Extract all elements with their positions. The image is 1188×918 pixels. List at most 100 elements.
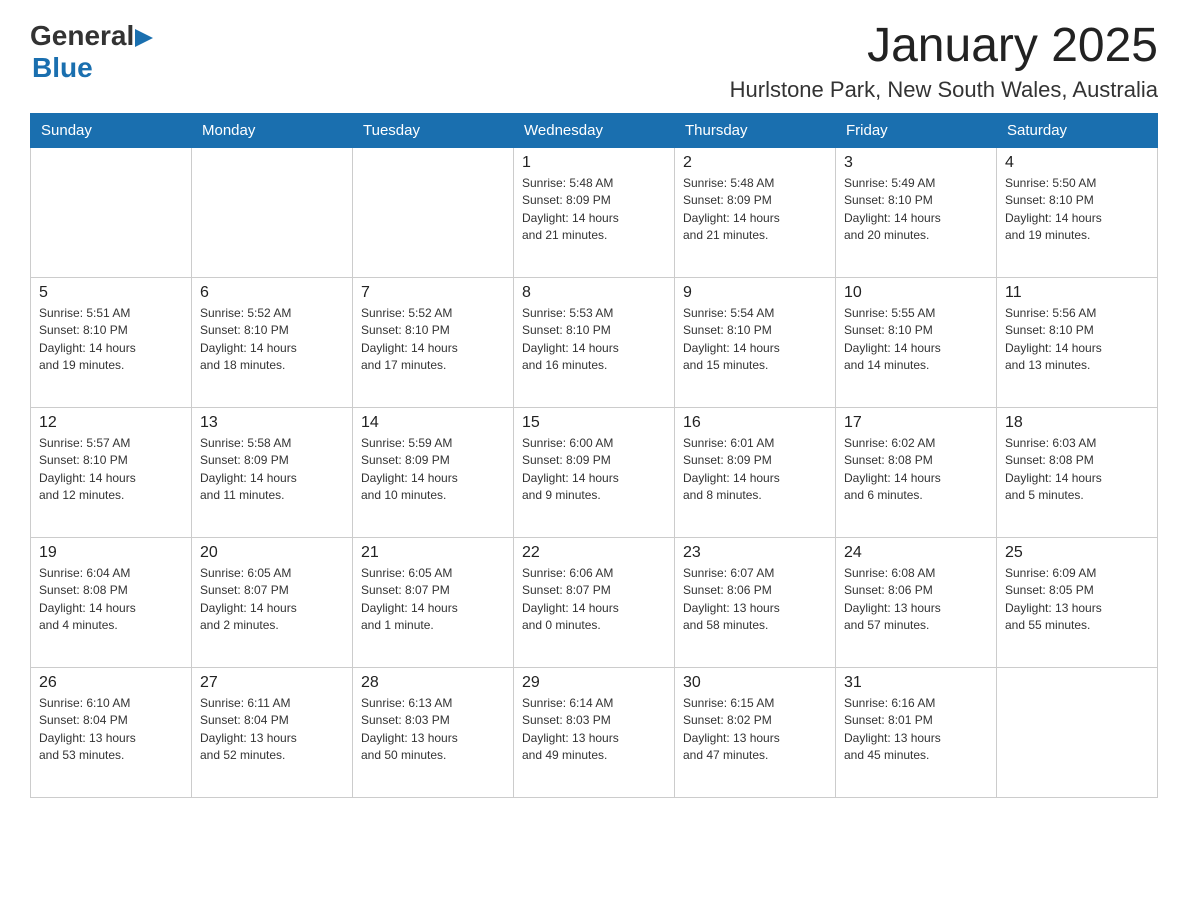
- day-number: 7: [361, 284, 505, 302]
- table-row: 1 Sunrise: 5:48 AMSunset: 8:09 PMDaylight…: [514, 147, 675, 277]
- table-row: 23 Sunrise: 6:07 AMSunset: 8:06 PMDayligh…: [675, 537, 836, 667]
- calendar-subtitle: Hurlstone Park, New South Wales, Austral…: [730, 77, 1158, 103]
- day-info: Sunrise: 6:16 AMSunset: 8:01 PMDaylight:…: [844, 695, 988, 765]
- header-saturday: Saturday: [997, 113, 1158, 147]
- day-number: 27: [200, 674, 344, 692]
- header-thursday: Thursday: [675, 113, 836, 147]
- day-number: 17: [844, 414, 988, 432]
- header-monday: Monday: [192, 113, 353, 147]
- table-row: 2 Sunrise: 5:48 AMSunset: 8:09 PMDaylight…: [675, 147, 836, 277]
- day-number: 14: [361, 414, 505, 432]
- table-row: 27 Sunrise: 6:11 AMSunset: 8:04 PMDayligh…: [192, 667, 353, 797]
- table-row: 4Sunrise: 5:50 AMSunset: 8:10 PMDaylight…: [997, 147, 1158, 277]
- day-info: Sunrise: 6:07 AMSunset: 8:06 PMDaylight:…: [683, 565, 827, 635]
- table-row: 25 Sunrise: 6:09 AMSunset: 8:05 PMDayligh…: [997, 537, 1158, 667]
- table-row: 9Sunrise: 5:54 AMSunset: 8:10 PMDaylight…: [675, 277, 836, 407]
- day-info: Sunrise: 6:00 AMSunset: 8:09 PMDaylight:…: [522, 435, 666, 505]
- day-number: 29: [522, 674, 666, 692]
- day-number: 22: [522, 544, 666, 562]
- table-row: 12 Sunrise: 5:57 AMSunset: 8:10 PMDayligh…: [31, 407, 192, 537]
- table-row: 18 Sunrise: 6:03 AMSunset: 8:08 PMDayligh…: [997, 407, 1158, 537]
- table-row: 24Sunrise: 6:08 AMSunset: 8:06 PMDayligh…: [836, 537, 997, 667]
- weekday-header-row: Sunday Monday Tuesday Wednesday Thursday…: [31, 113, 1158, 147]
- day-number: 25: [1005, 544, 1149, 562]
- logo-arrow-icon: [135, 29, 153, 47]
- table-row: 22 Sunrise: 6:06 AMSunset: 8:07 PMDayligh…: [514, 537, 675, 667]
- page-header: General Blue January 2025 Hurlstone Park…: [30, 20, 1158, 103]
- calendar-week-row: 19 Sunrise: 6:04 AMSunset: 8:08 PMDayligh…: [31, 537, 1158, 667]
- table-row: 5Sunrise: 5:51 AMSunset: 8:10 PMDaylight…: [31, 277, 192, 407]
- day-info: Sunrise: 5:51 AMSunset: 8:10 PMDaylight:…: [39, 305, 183, 375]
- day-info: Sunrise: 5:59 AMSunset: 8:09 PMDaylight:…: [361, 435, 505, 505]
- table-row: 31Sunrise: 6:16 AMSunset: 8:01 PMDayligh…: [836, 667, 997, 797]
- day-info: Sunrise: 6:06 AMSunset: 8:07 PMDaylight:…: [522, 565, 666, 635]
- table-row: 8Sunrise: 5:53 AMSunset: 8:10 PMDaylight…: [514, 277, 675, 407]
- day-number: 21: [361, 544, 505, 562]
- day-number: 3: [844, 154, 988, 172]
- day-number: 18: [1005, 414, 1149, 432]
- title-section: January 2025 Hurlstone Park, New South W…: [730, 20, 1158, 103]
- day-info: Sunrise: 5:48 AMSunset: 8:09 PMDaylight:…: [522, 175, 666, 245]
- day-info: Sunrise: 6:05 AMSunset: 8:07 PMDaylight:…: [361, 565, 505, 635]
- day-info: Sunrise: 5:50 AMSunset: 8:10 PMDaylight:…: [1005, 175, 1149, 245]
- calendar-week-row: 12 Sunrise: 5:57 AMSunset: 8:10 PMDayligh…: [31, 407, 1158, 537]
- header-wednesday: Wednesday: [514, 113, 675, 147]
- logo: General Blue: [30, 20, 153, 84]
- table-row: [997, 667, 1158, 797]
- table-row: 3 Sunrise: 5:49 AMSunset: 8:10 PMDaylight…: [836, 147, 997, 277]
- logo-general: General: [30, 20, 134, 52]
- day-number: 15: [522, 414, 666, 432]
- day-number: 9: [683, 284, 827, 302]
- day-number: 10: [844, 284, 988, 302]
- day-info: Sunrise: 6:01 AMSunset: 8:09 PMDaylight:…: [683, 435, 827, 505]
- calendar-week-row: 26 Sunrise: 6:10 AMSunset: 8:04 PMDayligh…: [31, 667, 1158, 797]
- table-row: 19 Sunrise: 6:04 AMSunset: 8:08 PMDayligh…: [31, 537, 192, 667]
- table-row: 20Sunrise: 6:05 AMSunset: 8:07 PMDayligh…: [192, 537, 353, 667]
- header-friday: Friday: [836, 113, 997, 147]
- day-number: 2: [683, 154, 827, 172]
- day-number: 28: [361, 674, 505, 692]
- table-row: [31, 147, 192, 277]
- day-number: 11: [1005, 284, 1149, 302]
- table-row: 17 Sunrise: 6:02 AMSunset: 8:08 PMDayligh…: [836, 407, 997, 537]
- calendar-week-row: 5Sunrise: 5:51 AMSunset: 8:10 PMDaylight…: [31, 277, 1158, 407]
- table-row: 16Sunrise: 6:01 AMSunset: 8:09 PMDayligh…: [675, 407, 836, 537]
- day-info: Sunrise: 6:09 AMSunset: 8:05 PMDaylight:…: [1005, 565, 1149, 635]
- header-sunday: Sunday: [31, 113, 192, 147]
- day-number: 23: [683, 544, 827, 562]
- day-number: 30: [683, 674, 827, 692]
- table-row: 11 Sunrise: 5:56 AMSunset: 8:10 PMDayligh…: [997, 277, 1158, 407]
- table-row: 26 Sunrise: 6:10 AMSunset: 8:04 PMDayligh…: [31, 667, 192, 797]
- header-tuesday: Tuesday: [353, 113, 514, 147]
- day-info: Sunrise: 5:49 AMSunset: 8:10 PMDaylight:…: [844, 175, 988, 245]
- day-info: Sunrise: 6:14 AMSunset: 8:03 PMDaylight:…: [522, 695, 666, 765]
- day-info: Sunrise: 6:08 AMSunset: 8:06 PMDaylight:…: [844, 565, 988, 635]
- table-row: 28 Sunrise: 6:13 AMSunset: 8:03 PMDayligh…: [353, 667, 514, 797]
- day-info: Sunrise: 5:48 AMSunset: 8:09 PMDaylight:…: [683, 175, 827, 245]
- day-number: 13: [200, 414, 344, 432]
- day-number: 8: [522, 284, 666, 302]
- day-info: Sunrise: 6:04 AMSunset: 8:08 PMDaylight:…: [39, 565, 183, 635]
- day-info: Sunrise: 6:05 AMSunset: 8:07 PMDaylight:…: [200, 565, 344, 635]
- calendar-week-row: 1 Sunrise: 5:48 AMSunset: 8:09 PMDaylight…: [31, 147, 1158, 277]
- day-number: 1: [522, 154, 666, 172]
- day-number: 19: [39, 544, 183, 562]
- day-number: 26: [39, 674, 183, 692]
- table-row: 30Sunrise: 6:15 AMSunset: 8:02 PMDayligh…: [675, 667, 836, 797]
- day-info: Sunrise: 5:57 AMSunset: 8:10 PMDaylight:…: [39, 435, 183, 505]
- table-row: 15 Sunrise: 6:00 AMSunset: 8:09 PMDayligh…: [514, 407, 675, 537]
- calendar-title: January 2025: [730, 20, 1158, 73]
- table-row: 14 Sunrise: 5:59 AMSunset: 8:09 PMDayligh…: [353, 407, 514, 537]
- table-row: 29 Sunrise: 6:14 AMSunset: 8:03 PMDayligh…: [514, 667, 675, 797]
- calendar-table: Sunday Monday Tuesday Wednesday Thursday…: [30, 113, 1158, 798]
- day-info: Sunrise: 6:02 AMSunset: 8:08 PMDaylight:…: [844, 435, 988, 505]
- day-info: Sunrise: 5:52 AMSunset: 8:10 PMDaylight:…: [200, 305, 344, 375]
- day-info: Sunrise: 5:58 AMSunset: 8:09 PMDaylight:…: [200, 435, 344, 505]
- day-info: Sunrise: 5:56 AMSunset: 8:10 PMDaylight:…: [1005, 305, 1149, 375]
- day-info: Sunrise: 6:13 AMSunset: 8:03 PMDaylight:…: [361, 695, 505, 765]
- day-info: Sunrise: 6:03 AMSunset: 8:08 PMDaylight:…: [1005, 435, 1149, 505]
- day-number: 12: [39, 414, 183, 432]
- day-info: Sunrise: 6:11 AMSunset: 8:04 PMDaylight:…: [200, 695, 344, 765]
- day-info: Sunrise: 6:10 AMSunset: 8:04 PMDaylight:…: [39, 695, 183, 765]
- table-row: 21 Sunrise: 6:05 AMSunset: 8:07 PMDayligh…: [353, 537, 514, 667]
